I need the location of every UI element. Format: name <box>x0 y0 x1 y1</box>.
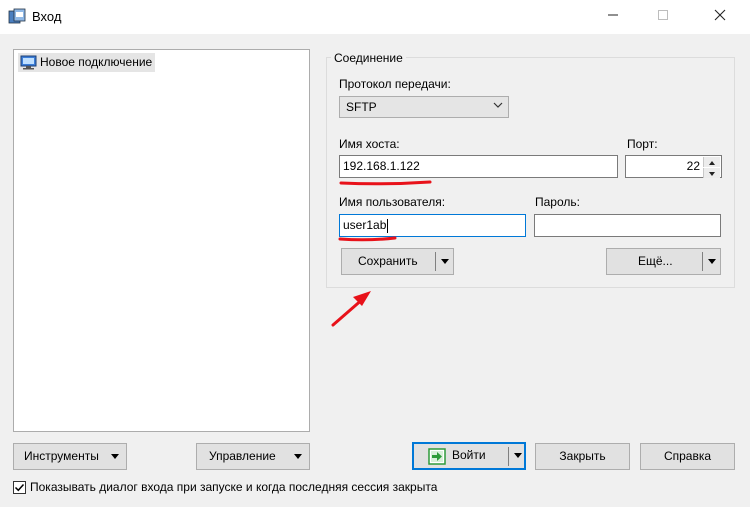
password-input[interactable] <box>534 214 721 237</box>
minimize-button[interactable] <box>590 0 636 34</box>
checkmark-icon <box>14 483 25 492</box>
show-dialog-checkbox[interactable] <box>13 481 26 494</box>
port-increment-button[interactable] <box>703 157 720 167</box>
protocol-select[interactable]: SFTP <box>339 96 509 118</box>
show-dialog-checkbox-label: Показывать диалог входа при запуске и ко… <box>30 480 438 494</box>
save-button[interactable]: Сохранить <box>341 248 454 275</box>
tools-button-label: Инструменты <box>24 449 99 463</box>
triangle-down-icon <box>294 454 302 459</box>
close-window-button[interactable] <box>697 0 743 34</box>
login-button[interactable]: Войти <box>412 442 526 470</box>
protocol-label: Протокол передачи: <box>339 77 451 91</box>
username-input[interactable]: user1ab <box>339 214 526 237</box>
maximize-button[interactable] <box>640 0 686 34</box>
triangle-up-icon <box>709 161 715 165</box>
password-label: Пароль: <box>535 195 580 209</box>
winscp-app-icon <box>8 8 26 24</box>
more-button-label: Ещё... <box>638 254 673 268</box>
close-button[interactable]: Закрыть <box>535 443 630 470</box>
chevron-down-icon <box>493 102 503 108</box>
triangle-down-icon[interactable] <box>513 452 523 460</box>
session-item-new-connection[interactable]: Новое подключение <box>18 53 156 72</box>
close-icon <box>714 9 726 21</box>
minimize-icon <box>608 14 618 16</box>
maximize-icon <box>658 10 668 20</box>
manage-button[interactable]: Управление <box>196 443 310 470</box>
triangle-down-icon[interactable] <box>707 258 717 266</box>
username-input-value: user1ab <box>343 218 387 232</box>
close-button-label: Закрыть <box>559 449 606 463</box>
host-label: Имя хоста: <box>339 137 400 151</box>
window-title: Вход <box>32 9 62 24</box>
help-button-label: Справка <box>663 449 712 463</box>
protocol-select-value: SFTP <box>346 100 377 114</box>
save-button-label: Сохранить <box>358 254 418 268</box>
split-separator <box>702 252 703 271</box>
computer-icon <box>20 55 37 70</box>
triangle-down-icon <box>709 172 715 176</box>
triangle-down-icon <box>111 454 119 459</box>
port-spin-buttons <box>703 157 720 178</box>
more-button[interactable]: Ещё... <box>606 248 721 275</box>
port-decrement-button[interactable] <box>703 168 720 178</box>
split-separator <box>435 252 436 271</box>
title-bar: Вход <box>0 0 750 34</box>
host-input-value: 192.168.1.122 <box>343 159 420 173</box>
port-label: Порт: <box>627 137 658 151</box>
manage-button-label: Управление <box>209 449 276 463</box>
session-list[interactable]: Новое подключение <box>13 49 310 432</box>
login-icon <box>428 448 446 465</box>
text-caret <box>387 218 389 233</box>
help-button[interactable]: Справка <box>640 443 735 470</box>
triangle-down-icon[interactable] <box>440 258 450 266</box>
login-button-label: Войти <box>452 448 486 462</box>
host-input[interactable]: 192.168.1.122 <box>339 155 618 178</box>
connection-group-label: Соединение <box>331 51 406 65</box>
username-label: Имя пользователя: <box>339 195 446 209</box>
tools-button[interactable]: Инструменты <box>13 443 127 470</box>
arrow-annotation <box>331 291 371 327</box>
session-item-label: Новое подключение <box>40 55 153 69</box>
split-separator <box>508 447 509 466</box>
port-value: 22 <box>686 159 700 173</box>
